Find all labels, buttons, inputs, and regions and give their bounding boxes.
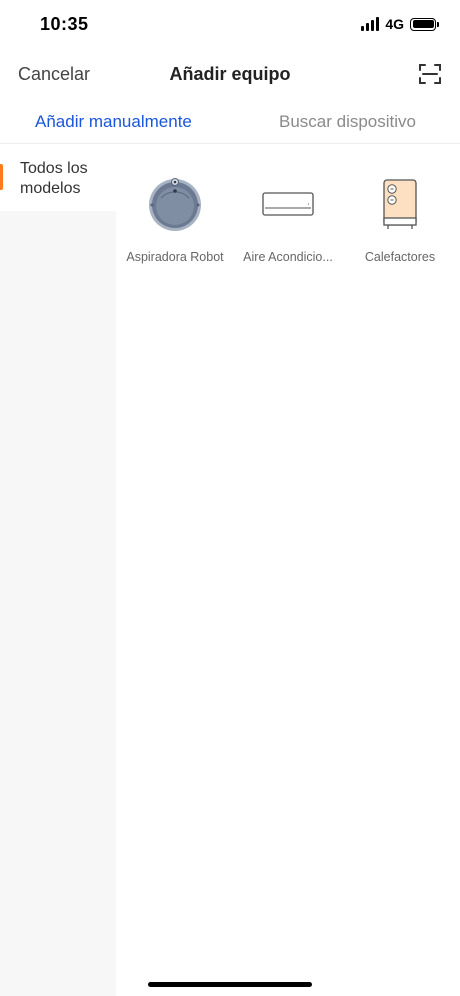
category-sidebar: Todos los modelos [0, 145, 116, 996]
network-type: 4G [385, 16, 404, 32]
home-indicator[interactable] [148, 982, 312, 987]
selected-indicator [0, 164, 3, 190]
tab-add-manually[interactable]: Añadir manualmente [35, 112, 192, 132]
sidebar-item-all-models[interactable]: Todos los modelos [0, 145, 116, 211]
tab-search-device[interactable]: Buscar dispositivo [279, 112, 416, 132]
page-title: Añadir equipo [169, 64, 291, 84]
device-label: Calefactores [364, 250, 436, 264]
heater-icon [383, 179, 417, 229]
tab-bar: Añadir manualmente Buscar dispositivo [0, 98, 460, 144]
device-label: Aspiradora Robot [126, 250, 224, 264]
robot-vacuum-icon [149, 178, 201, 231]
air-conditioner-icon [262, 192, 314, 216]
battery-icon [410, 17, 439, 31]
device-label: Aire Acondicio... [243, 250, 333, 264]
device-heaters[interactable]: Calefactores [344, 175, 456, 265]
scan-icon[interactable] [418, 62, 442, 86]
status-indicators: 4G [361, 16, 439, 32]
device-air-conditioner[interactable]: Aire Acondicio... [232, 175, 344, 265]
device-robot-vacuum[interactable]: Aspiradora Robot [119, 175, 231, 265]
signal-icon [361, 17, 380, 31]
status-bar: 10:35 4G [0, 0, 460, 50]
navigation-bar: Cancelar Añadir equipo [0, 50, 460, 98]
status-time: 10:35 [40, 14, 89, 34]
sidebar-item-label: Todos los modelos [20, 160, 88, 197]
